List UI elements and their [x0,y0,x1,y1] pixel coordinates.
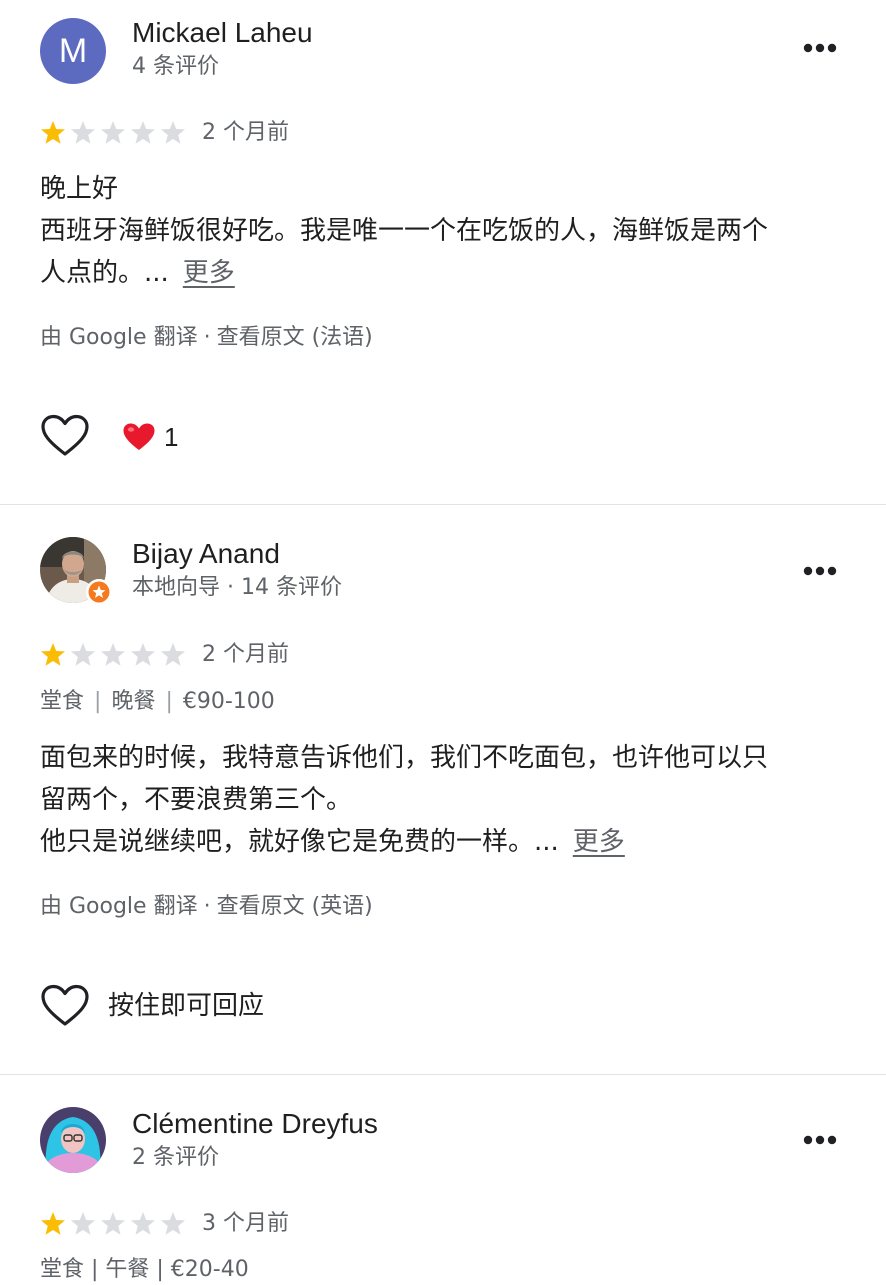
star-empty-icon [71,121,95,144]
avatar[interactable]: M [40,18,106,84]
author-review-count: 2 条评价 [132,1145,219,1170]
review-card: M Mickael Laheu 4 条评价 2 个月前 晚上好 西班牙海鲜饭很好… [0,0,886,504]
service-info: 堂食 | 午餐 | €20-40 [40,1257,249,1282]
author-meta: 本地向导 · 14 条评价 [132,575,342,600]
review-text-line: 面包来的时候，我特意告诉他们，我们不吃面包，也许他可以只 [40,743,769,773]
review-text-line-last: 他只是说继续吧，就好像它是免费的一样。... 更多 [40,821,850,863]
red-heart-emoji-icon [123,423,155,450]
service-type: 堂食 [40,689,85,714]
separator-dot: · [203,325,211,350]
star-empty-icon [131,643,155,666]
view-original-link[interactable]: 查看原文 (法语) [217,325,373,350]
review-text: 晚上好 西班牙海鲜饭很好吃。我是唯一一个在吃饭的人，海鲜饭是两个 人点的。...… [40,168,850,294]
reaction-row: 按住即可回应 [40,984,340,1028]
review-time: 3 个月前 [202,1211,289,1236]
star-rating [41,1212,185,1235]
more-options-icon[interactable] [800,38,840,58]
star-empty-icon [101,643,125,666]
review-text: 面包来的时候，我特意告诉他们，我们不吃面包，也许他可以只 留两个，不要浪费第三个… [40,737,850,863]
author-name[interactable]: Bijay Anand [132,537,280,571]
service-info: 堂食 | 晚餐 | €90-100 [40,687,275,717]
review-text-line: 留两个，不要浪费第三个。 [40,785,353,815]
star-empty-icon [101,1212,125,1235]
review-card: Bijay Anand 本地向导 · 14 条评价 2 个月前 堂食 | 晚餐 | €9… [0,505,886,1074]
star-empty-icon [71,643,95,666]
avatar[interactable] [40,1107,106,1173]
author-name[interactable]: Clémentine Dreyfus [132,1107,378,1141]
view-original-link[interactable]: 查看原文 (英语) [217,894,373,919]
review-text-line: 西班牙海鲜饭很好吃。我是唯一一个在吃饭的人，海鲜饭是两个 [40,216,769,246]
local-guide-badge-icon [86,579,112,605]
review-text-line: 晚上好 [40,174,119,204]
more-link[interactable]: 更多 [573,827,625,857]
star-empty-icon [161,121,185,144]
star-filled-icon [41,1212,65,1235]
translation-note: 由 Google 翻译 · 查看原文 (法语) [40,323,373,353]
star-empty-icon [161,643,185,666]
hold-to-reply-label[interactable]: 按住即可回应 [108,988,264,1024]
more-link[interactable]: 更多 [183,258,235,288]
more-options-icon[interactable] [800,1130,840,1150]
heart-outline-icon[interactable] [40,414,90,458]
author-name[interactable]: Mickael Laheu [132,16,313,50]
review-time: 2 个月前 [202,120,289,145]
translated-by-label: 由 Google 翻译 [40,325,198,350]
avatar-letter: M [40,18,106,84]
star-empty-icon [131,121,155,144]
more-options-icon[interactable] [800,561,840,581]
reaction-count: 1 [164,422,179,452]
star-rating [41,643,185,666]
star-filled-icon [41,121,65,144]
separator-dot: · [203,894,211,919]
star-rating [41,121,185,144]
heart-outline-icon[interactable] [40,984,90,1028]
review-text-line-last: 人点的。... 更多 [40,252,850,294]
meal-type: 晚餐 [111,689,156,714]
review-card: Clémentine Dreyfus 2 条评价 3 个月前 堂食 | 午餐 |… [0,1075,886,1282]
star-empty-icon [131,1212,155,1235]
translated-by-label: 由 Google 翻译 [40,894,198,919]
star-filled-icon [41,643,65,666]
profile-photo-icon [40,1107,106,1173]
author-review-count: 4 条评价 [132,54,219,79]
separator: | [165,689,173,714]
review-text-line: 他只是说继续吧，就好像它是免费的一样。... [40,827,559,857]
star-empty-icon [161,1212,185,1235]
star-empty-icon [101,121,125,144]
separator: | [94,689,102,714]
avatar[interactable] [40,537,112,605]
translation-note: 由 Google 翻译 · 查看原文 (英语) [40,892,373,922]
price-range: €90-100 [182,689,275,714]
review-time: 2 个月前 [202,642,289,667]
reaction-row: 1 [40,414,240,458]
review-text-line: 人点的。... [40,258,169,288]
star-empty-icon [71,1212,95,1235]
